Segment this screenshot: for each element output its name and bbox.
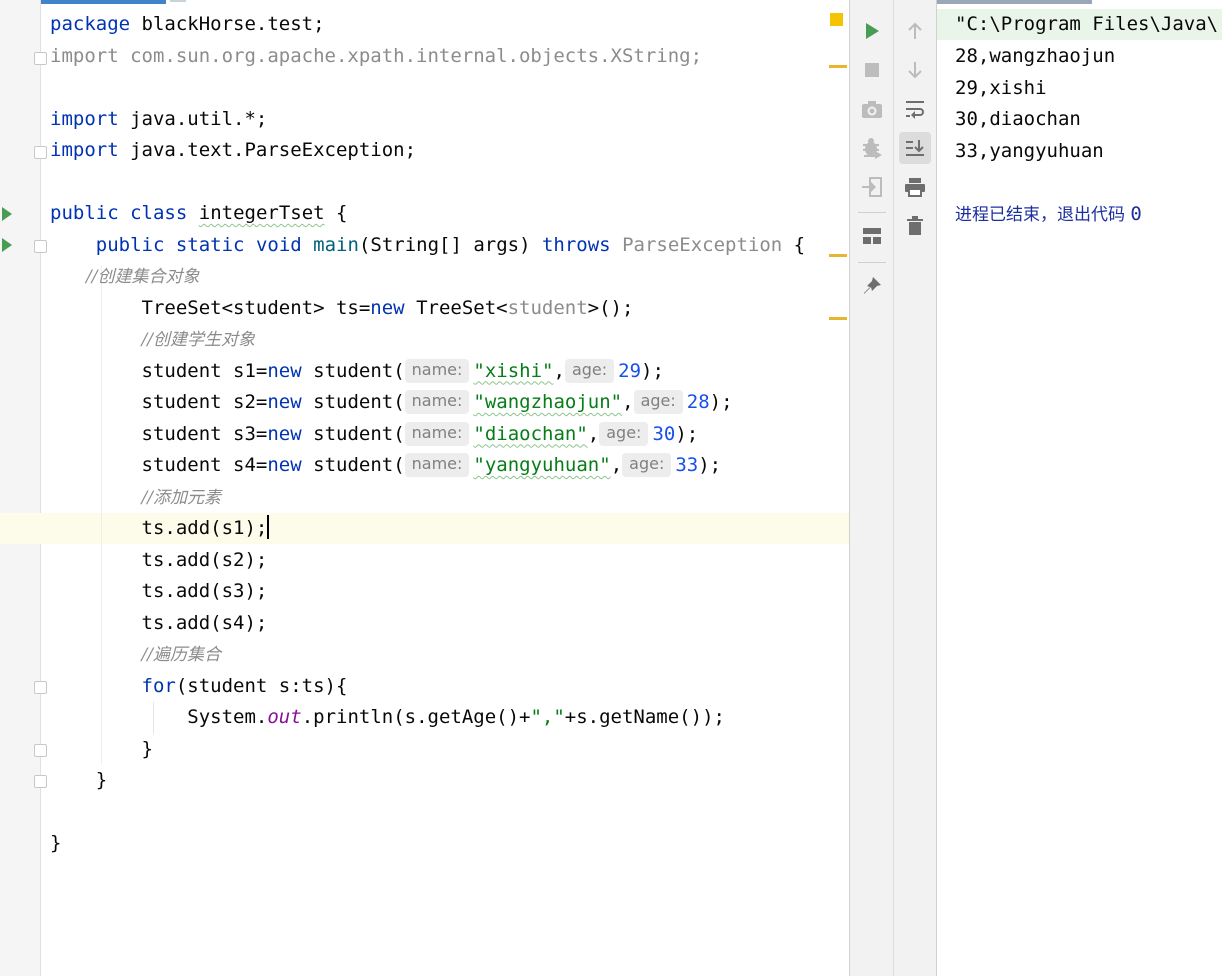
console-tab-indicator bbox=[937, 0, 1092, 4]
code-line: import com.sun.org.apache.xpath.internal… bbox=[50, 44, 703, 67]
run-icon[interactable] bbox=[856, 15, 888, 47]
code-line: } bbox=[95, 769, 108, 791]
editor-tab-indicator-secondary bbox=[170, 0, 186, 2]
console-output-line: 28,wangzhaojun bbox=[955, 45, 1116, 67]
down-arrow-icon[interactable] bbox=[899, 54, 931, 86]
parameter-hint: name: bbox=[404, 453, 470, 477]
parameter-hint: age: bbox=[599, 421, 649, 446]
run-main-icon[interactable] bbox=[2, 238, 12, 252]
soft-wrap-icon[interactable] bbox=[899, 93, 931, 125]
toolbar-separator bbox=[858, 262, 886, 263]
code-line: public class integerTset { bbox=[50, 202, 348, 224]
code-line: //遍历集合 bbox=[141, 645, 221, 665]
camera-icon[interactable] bbox=[856, 93, 888, 125]
code-line: //添加元素 bbox=[141, 487, 221, 508]
console-output-line: 29,xishi bbox=[955, 76, 1047, 99]
code-line: ts.add(s3); bbox=[141, 580, 268, 602]
fold-marker-icon[interactable] bbox=[34, 775, 47, 788]
pin-icon[interactable] bbox=[856, 270, 888, 302]
code-line: ts.add(s4); bbox=[141, 611, 268, 634]
toolbar-separator bbox=[858, 212, 886, 213]
text-caret bbox=[267, 515, 270, 539]
console-output-line: 30,diaochan bbox=[955, 108, 1081, 130]
parameter-hint: age: bbox=[564, 358, 615, 383]
code-line: import java.text.ParseException; bbox=[50, 139, 417, 161]
debug-icon[interactable] bbox=[856, 132, 888, 164]
fold-marker-icon[interactable] bbox=[34, 52, 47, 65]
stop-icon[interactable] bbox=[856, 54, 888, 86]
console-exit-message: 进程已结束，退出代码 0 bbox=[955, 202, 1142, 225]
warning-stripe[interactable] bbox=[829, 254, 847, 257]
parameter-hint: age: bbox=[633, 390, 683, 414]
console-command-text: "C:\Program Files\Java\ bbox=[955, 13, 1219, 35]
code-line: for(student s:ts){ bbox=[141, 674, 348, 697]
code-line: } bbox=[50, 832, 62, 854]
login-icon[interactable] bbox=[856, 171, 888, 203]
up-arrow-icon[interactable] bbox=[899, 15, 931, 47]
run-toolbar-primary bbox=[849, 0, 893, 976]
code-line: TreeSet<student> ts=new TreeSet<student>… bbox=[141, 296, 634, 319]
run-toolbar-secondary bbox=[893, 0, 937, 976]
code-line: student s4=new student(name: "yangyuhuan"… bbox=[141, 453, 722, 477]
code-line: package blackHorse.test; bbox=[50, 13, 325, 35]
exit-code: 0 bbox=[1130, 202, 1142, 225]
warning-stripe[interactable] bbox=[829, 317, 847, 320]
code-line: //创建集合对象 bbox=[86, 267, 200, 287]
trash-icon[interactable] bbox=[899, 210, 931, 242]
code-line: ts.add(s2); bbox=[141, 548, 268, 571]
parameter-hint: name: bbox=[404, 390, 470, 414]
parameter-hint: name: bbox=[404, 358, 470, 383]
fold-marker-icon[interactable] bbox=[34, 146, 47, 159]
parameter-hint: age: bbox=[622, 453, 672, 477]
parameter-hint: name: bbox=[404, 421, 470, 446]
scroll-to-end-icon[interactable] bbox=[899, 132, 931, 164]
run-class-icon[interactable] bbox=[2, 207, 12, 221]
fold-marker-icon[interactable] bbox=[34, 681, 47, 694]
console-output-line: 33,yangyuhuan bbox=[955, 139, 1104, 162]
code-editor[interactable]: package blackHorse.test; import com.sun.… bbox=[0, 0, 849, 976]
code-line: } bbox=[141, 737, 153, 760]
fold-marker-icon[interactable] bbox=[34, 744, 47, 757]
code-line: student s3=new student(name: "diaochan", a… bbox=[141, 421, 699, 446]
warning-stripe[interactable] bbox=[829, 65, 847, 68]
run-console[interactable]: "C:\Program Files\Java\ 28,wangzhaojun 2… bbox=[937, 0, 1222, 976]
layout-icon[interactable] bbox=[856, 220, 888, 252]
code-line: student s2=new student(name: "wangzhaojun… bbox=[141, 390, 733, 414]
code-line: import java.util.*; bbox=[50, 107, 268, 130]
code-line: System.out.println(s.getAge()+","+s.getN… bbox=[187, 706, 725, 728]
inspection-status-icon[interactable] bbox=[830, 13, 843, 26]
code-line: //创建学生对象 bbox=[141, 330, 255, 350]
fold-marker-icon[interactable] bbox=[34, 240, 47, 253]
code-line: public static void main(String[] args) t… bbox=[95, 233, 806, 256]
code-line: student s1=new student(name: "xishi", age:… bbox=[141, 358, 664, 383]
code-line-current: ts.add(s1); bbox=[141, 515, 270, 539]
print-icon[interactable] bbox=[899, 171, 931, 203]
